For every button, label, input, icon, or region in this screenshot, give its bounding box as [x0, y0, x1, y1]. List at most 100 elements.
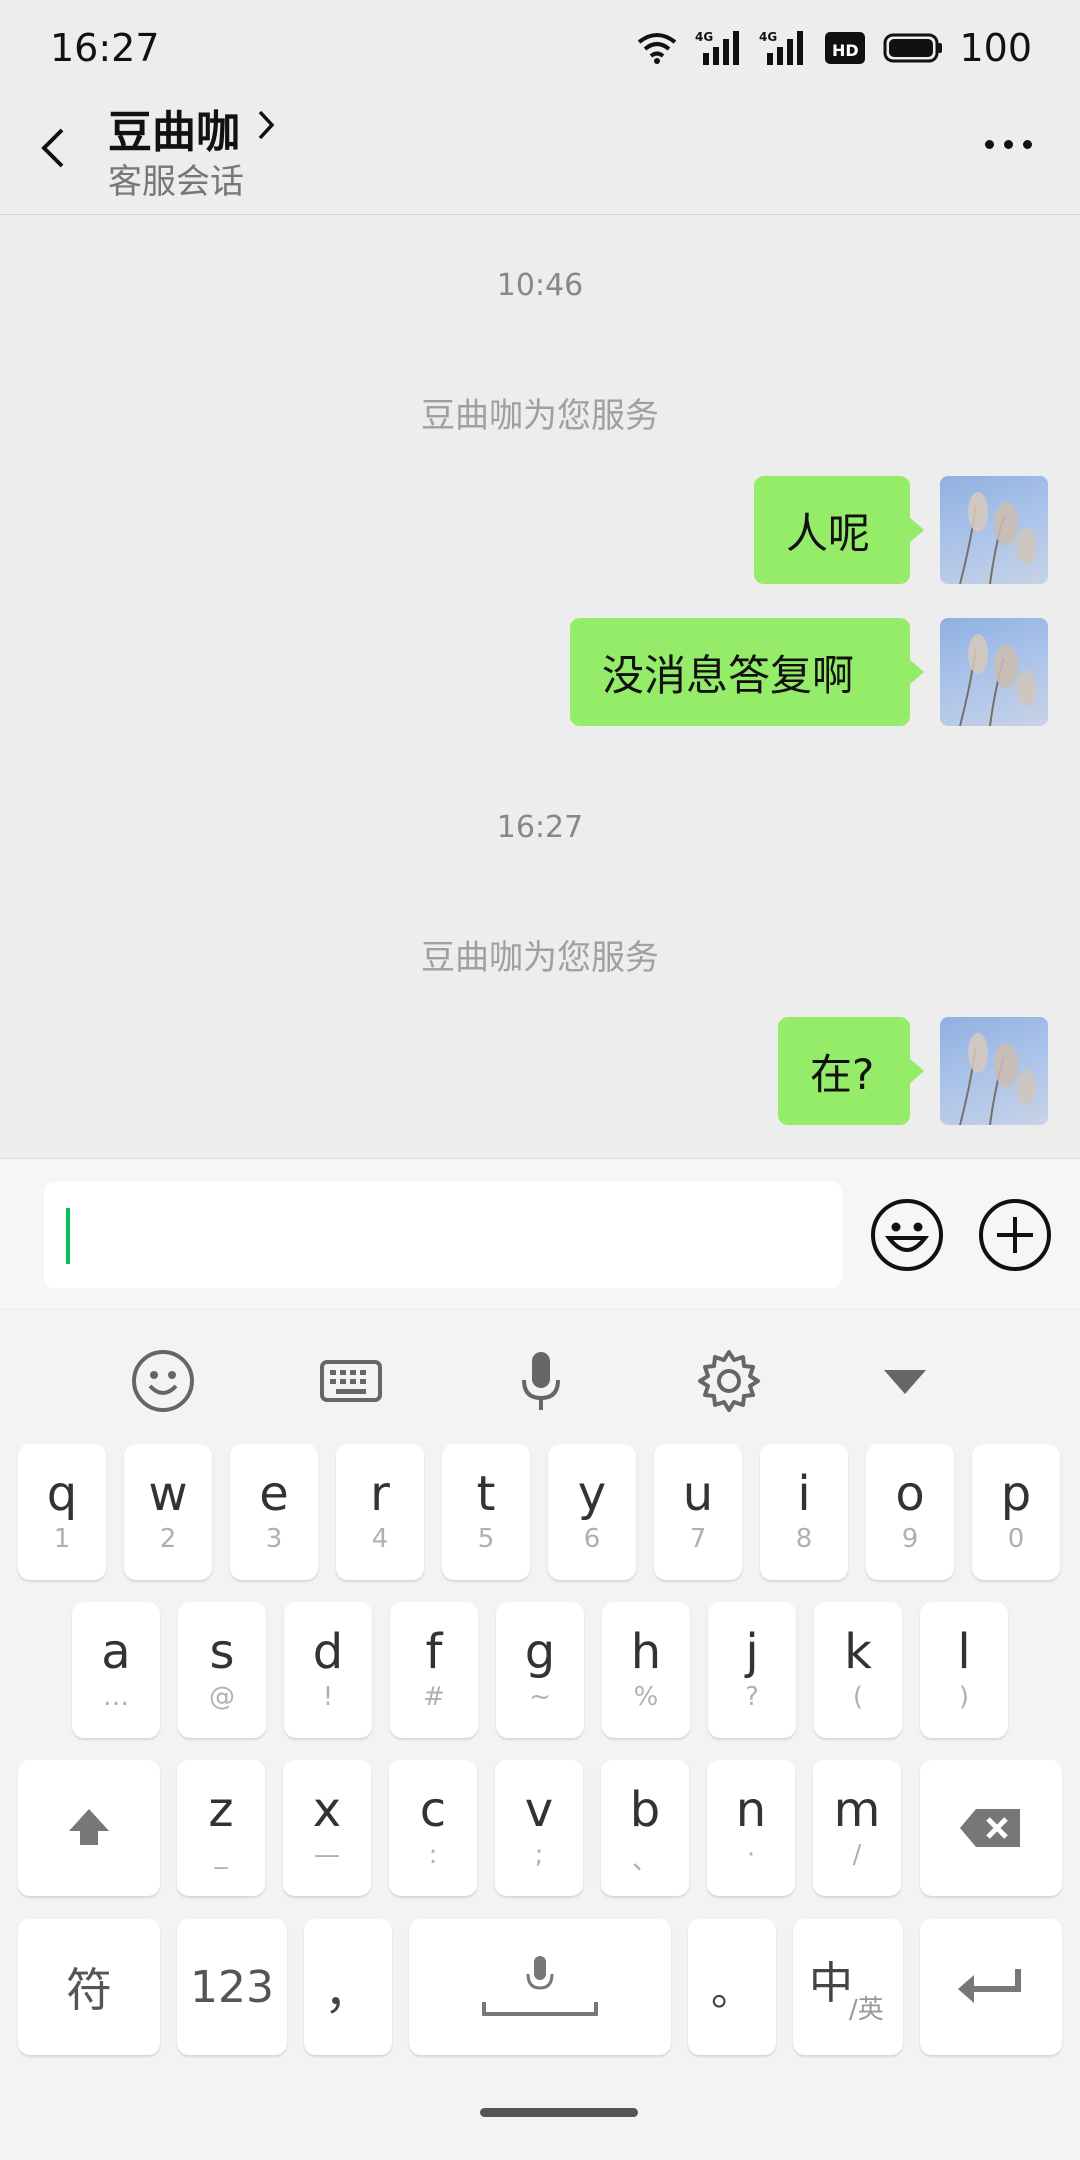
period-key[interactable]: 。 [688, 1919, 776, 2055]
chat-title[interactable]: 豆曲咖 [108, 96, 240, 160]
key-secondary: 9 [901, 1524, 919, 1554]
key-t[interactable]: t5 [442, 1444, 530, 1580]
comma-key[interactable]: ， [304, 1919, 392, 2055]
key-m[interactable]: m / [813, 1760, 901, 1896]
key-letter: z [208, 1782, 234, 1838]
microphone-icon[interactable] [508, 1348, 574, 1414]
key-secondary: — [314, 1840, 340, 1870]
key-p[interactable]: p0 [972, 1444, 1060, 1580]
shift-key[interactable] [18, 1760, 160, 1896]
key-letter: h [630, 1624, 662, 1680]
key-secondary: … [103, 1682, 129, 1712]
system-message: 豆曲咖为您服务 [421, 938, 659, 978]
key-z[interactable]: z _ [177, 1760, 265, 1896]
symbol-key[interactable]: 符 [18, 1919, 160, 2055]
key-v[interactable]: v; [495, 1760, 583, 1896]
space-key[interactable] [409, 1919, 671, 2055]
language-switch-key[interactable]: 中 /英 [793, 1919, 903, 2055]
key-secondary: 7 [689, 1524, 707, 1554]
key-l[interactable]: l) [920, 1602, 1008, 1738]
key-secondary: / [852, 1840, 862, 1870]
avatar[interactable] [940, 476, 1048, 584]
reed-photo [959, 492, 1036, 584]
number-key[interactable]: 123 [177, 1919, 287, 2055]
home-indicator[interactable] [480, 2108, 638, 2117]
key-secondary: 2 [159, 1524, 177, 1554]
key-letter: q [46, 1466, 78, 1522]
key-w[interactable]: w2 [124, 1444, 212, 1580]
key-h[interactable]: h% [602, 1602, 690, 1738]
key-secondary: 、 [631, 1846, 658, 1876]
key-b[interactable]: b、 [601, 1760, 689, 1896]
battery-icon [883, 33, 943, 63]
key-secondary: 0 [1007, 1524, 1025, 1554]
key-secondary: @ [209, 1682, 235, 1712]
key-f[interactable]: f # [390, 1602, 478, 1738]
emoji-icon[interactable] [870, 1198, 944, 1272]
key-g[interactable]: g ~ [496, 1602, 584, 1738]
message-bubble[interactable]: 在? [778, 1017, 924, 1125]
enter-arrow-icon [958, 1969, 1021, 2003]
backspace-key[interactable] [920, 1760, 1062, 1896]
key-letter: o [895, 1466, 925, 1522]
key-letter: p [1000, 1466, 1032, 1522]
key-letter: m [833, 1782, 881, 1838]
svg-text:HD: HD [832, 41, 859, 60]
key-i[interactable]: i8 [760, 1444, 848, 1580]
key-letter: s [209, 1624, 235, 1680]
back-icon[interactable] [36, 128, 76, 168]
key-o[interactable]: o9 [866, 1444, 954, 1580]
keyboard-emoji-icon[interactable] [130, 1348, 196, 1414]
key-j[interactable]: j? [708, 1602, 796, 1738]
key-letter: n [735, 1782, 767, 1838]
key-letter: r [370, 1466, 390, 1522]
avatar[interactable] [940, 618, 1048, 726]
key-secondary: 5 [477, 1524, 495, 1554]
language-main-label: 中 [809, 1958, 853, 2009]
svg-text:4G: 4G [759, 30, 777, 44]
key-secondary: 4 [371, 1524, 389, 1554]
message-text: 在? [810, 1049, 875, 1099]
chevron-right-icon[interactable] [256, 108, 278, 142]
key-secondary: 8 [795, 1524, 813, 1554]
key-secondary: ! [322, 1682, 334, 1712]
more-icon[interactable] [985, 140, 1032, 149]
key-secondary: 1 [53, 1524, 71, 1554]
key-letter: f [425, 1624, 443, 1680]
key-c[interactable]: c: [389, 1760, 477, 1896]
symbol-key-label: 符 [66, 1963, 112, 2017]
enter-key[interactable] [920, 1919, 1062, 2055]
key-x[interactable]: x — [283, 1760, 371, 1896]
key-q[interactable]: q1 [18, 1444, 106, 1580]
key-r[interactable]: r4 [336, 1444, 424, 1580]
key-e[interactable]: e3 [230, 1444, 318, 1580]
key-k[interactable]: k( [814, 1602, 902, 1738]
reed-photo [959, 634, 1036, 726]
key-n[interactable]: n · [707, 1760, 795, 1896]
number-key-label: 123 [190, 1961, 274, 2013]
avatar[interactable] [940, 1017, 1048, 1125]
key-letter: l [957, 1624, 971, 1680]
message-input[interactable] [44, 1182, 842, 1288]
key-a[interactable]: a… [72, 1602, 160, 1738]
plus-icon[interactable] [978, 1198, 1052, 1272]
key-letter: y [577, 1466, 607, 1522]
message-text: 没消息答复啊 [602, 650, 855, 700]
settings-gear-icon[interactable] [696, 1348, 762, 1414]
key-letter: u [682, 1466, 714, 1522]
key-secondary: · [746, 1840, 756, 1870]
message-text: 人呢 [786, 508, 871, 558]
language-sub-label: /英 [849, 1995, 884, 2025]
keyboard-switch-icon[interactable] [318, 1348, 384, 1414]
key-y[interactable]: y6 [548, 1444, 636, 1580]
message-bubble[interactable]: 没消息答复啊 [570, 618, 924, 726]
key-secondary: 3 [265, 1524, 283, 1554]
collapse-keyboard-icon[interactable] [872, 1348, 938, 1414]
key-d[interactable]: d! [284, 1602, 372, 1738]
key-s[interactable]: s @ [178, 1602, 266, 1738]
key-letter: d [312, 1624, 344, 1680]
key-letter: i [797, 1466, 811, 1522]
message-bubble[interactable]: 人呢 [754, 476, 924, 584]
key-secondary: % [633, 1682, 659, 1712]
key-u[interactable]: u7 [654, 1444, 742, 1580]
